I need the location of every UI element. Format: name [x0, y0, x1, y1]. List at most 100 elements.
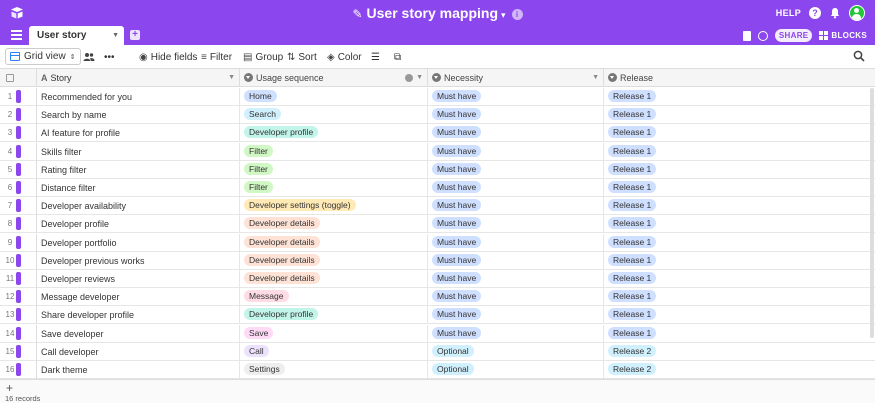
- release-cell[interactable]: Release 1: [604, 143, 872, 161]
- column-header-necessity[interactable]: Necessity ▼: [428, 69, 604, 87]
- search-icon[interactable]: [853, 50, 865, 62]
- release-cell[interactable]: Release 1: [604, 106, 872, 124]
- color-button[interactable]: ◈ Color: [327, 50, 362, 64]
- table-row[interactable]: 6 Distance filter Filter Must have Release 1: [0, 179, 875, 197]
- usage-sequence-cell[interactable]: Home: [240, 88, 428, 106]
- row-number-cell[interactable]: 4: [0, 142, 37, 161]
- story-cell[interactable]: Share developer profile: [37, 306, 240, 325]
- filter-button[interactable]: ≡ Filter: [201, 50, 232, 64]
- usage-sequence-cell[interactable]: Developer details: [240, 270, 428, 288]
- necessity-cell[interactable]: Must have: [428, 142, 604, 161]
- necessity-cell[interactable]: Must have: [428, 270, 604, 288]
- row-number-cell[interactable]: 13: [0, 306, 37, 325]
- release-cell[interactable]: Release 1: [604, 179, 872, 197]
- row-number-cell[interactable]: 6: [0, 179, 37, 197]
- row-number-cell[interactable]: 5: [0, 160, 37, 179]
- release-cell[interactable]: Release 1: [604, 270, 872, 288]
- necessity-cell[interactable]: Must have: [428, 106, 604, 125]
- usage-sequence-cell[interactable]: Filter: [240, 142, 428, 161]
- row-number-cell[interactable]: 10: [0, 251, 37, 270]
- base-title[interactable]: ✎ User story mapping ▾ i: [0, 4, 875, 24]
- usage-sequence-cell[interactable]: Call: [240, 342, 428, 361]
- chevron-down-icon[interactable]: ▼: [592, 69, 599, 87]
- usage-sequence-cell[interactable]: Developer details: [240, 251, 428, 270]
- usage-sequence-cell[interactable]: Message: [240, 288, 428, 307]
- add-record-button[interactable]: +: [6, 381, 13, 395]
- necessity-cell[interactable]: Must have: [428, 124, 604, 143]
- add-table-icon[interactable]: +: [130, 30, 140, 40]
- usage-sequence-cell[interactable]: Developer details: [240, 215, 428, 234]
- chevron-down-icon[interactable]: ▼: [416, 69, 423, 87]
- story-cell[interactable]: Dark theme: [37, 361, 240, 379]
- table-row[interactable]: 16 Dark theme Settings Optional Release 2: [0, 361, 875, 379]
- row-number-cell[interactable]: 2: [0, 106, 37, 125]
- row-number-cell[interactable]: 11: [0, 270, 37, 288]
- row-number-cell[interactable]: 1: [0, 88, 37, 106]
- necessity-cell[interactable]: Must have: [428, 215, 604, 234]
- necessity-cell[interactable]: Must have: [428, 324, 604, 343]
- row-number-cell[interactable]: 7: [0, 197, 37, 216]
- table-row[interactable]: 8 Developer profile Developer details Must …: [0, 215, 875, 234]
- release-cell[interactable]: Release 1: [604, 88, 872, 106]
- story-cell[interactable]: Developer profile: [37, 215, 240, 234]
- story-cell[interactable]: AI feature for profile: [37, 124, 240, 143]
- share-view-icon[interactable]: ⧉: [394, 50, 401, 64]
- collaborators-icon[interactable]: [83, 50, 95, 64]
- help-label[interactable]: HELP: [776, 8, 801, 18]
- usage-sequence-cell[interactable]: Search: [240, 106, 428, 125]
- necessity-cell[interactable]: Must have: [428, 306, 604, 325]
- usage-sequence-cell[interactable]: Save: [240, 324, 428, 343]
- story-cell[interactable]: Developer previous works: [37, 251, 240, 270]
- release-cell[interactable]: Release 1: [604, 306, 872, 324]
- necessity-cell[interactable]: Must have: [428, 197, 604, 216]
- row-number-cell[interactable]: 15: [0, 342, 37, 361]
- necessity-cell[interactable]: Must have: [428, 160, 604, 179]
- history-icon[interactable]: [757, 30, 768, 41]
- release-cell[interactable]: Release 1: [604, 215, 872, 233]
- release-cell[interactable]: Release 1: [604, 124, 872, 142]
- help-icon[interactable]: ?: [809, 7, 821, 19]
- avatar[interactable]: [849, 5, 865, 21]
- story-cell[interactable]: Search by name: [37, 106, 240, 125]
- info-icon[interactable]: [405, 74, 413, 82]
- vertical-scrollbar[interactable]: [870, 88, 874, 338]
- menu-icon[interactable]: [11, 30, 22, 40]
- row-height-icon[interactable]: ☰: [371, 50, 380, 64]
- story-cell[interactable]: Save developer: [37, 324, 240, 343]
- row-number-cell[interactable]: 3: [0, 124, 37, 143]
- release-cell[interactable]: Release 2: [604, 361, 872, 379]
- table-row[interactable]: 15 Call developer Call Optional Release 2: [0, 342, 875, 361]
- table-row[interactable]: 13 Share developer profile Developer profi…: [0, 306, 875, 325]
- table-row[interactable]: 7 Developer availability Developer setting…: [0, 197, 875, 216]
- release-cell[interactable]: Release 1: [604, 234, 872, 252]
- necessity-cell[interactable]: Must have: [428, 233, 604, 252]
- release-cell[interactable]: Release 1: [604, 161, 872, 179]
- table-row[interactable]: 3 AI feature for profile Developer profile…: [0, 124, 875, 143]
- usage-sequence-cell[interactable]: Developer settings (toggle): [240, 197, 428, 216]
- usage-sequence-cell[interactable]: Settings: [240, 361, 428, 379]
- necessity-cell[interactable]: Must have: [428, 251, 604, 270]
- column-header-story[interactable]: A Story ▼: [37, 69, 240, 87]
- story-cell[interactable]: Call developer: [37, 342, 240, 361]
- table-row[interactable]: 11 Developer reviews Developer details Must…: [0, 270, 875, 288]
- share-button[interactable]: SHARE: [774, 29, 813, 42]
- story-cell[interactable]: Developer portfolio: [37, 233, 240, 252]
- chevron-down-icon[interactable]: ▼: [228, 69, 235, 87]
- row-number-cell[interactable]: 14: [0, 324, 37, 343]
- trash-icon[interactable]: [742, 30, 751, 41]
- table-row[interactable]: 10 Developer previous works Developer deta…: [0, 251, 875, 270]
- row-number-cell[interactable]: 16: [0, 361, 37, 379]
- story-cell[interactable]: Recommended for you: [37, 88, 240, 106]
- select-all-checkbox[interactable]: [6, 74, 14, 82]
- blocks-button[interactable]: BLOCKS: [819, 31, 867, 40]
- table-row[interactable]: 9 Developer portfolio Developer details Mus…: [0, 233, 875, 252]
- table-row[interactable]: 5 Rating filter Filter Must have Release 1: [0, 160, 875, 179]
- usage-sequence-cell[interactable]: Filter: [240, 160, 428, 179]
- story-cell[interactable]: Distance filter: [37, 179, 240, 197]
- release-cell[interactable]: Release 1: [604, 325, 872, 343]
- necessity-cell[interactable]: Optional: [428, 342, 604, 361]
- sort-button[interactable]: ⇅ Sort: [287, 50, 317, 64]
- release-cell[interactable]: Release 1: [604, 197, 872, 215]
- usage-sequence-cell[interactable]: Developer details: [240, 233, 428, 252]
- story-cell[interactable]: Skills filter: [37, 142, 240, 161]
